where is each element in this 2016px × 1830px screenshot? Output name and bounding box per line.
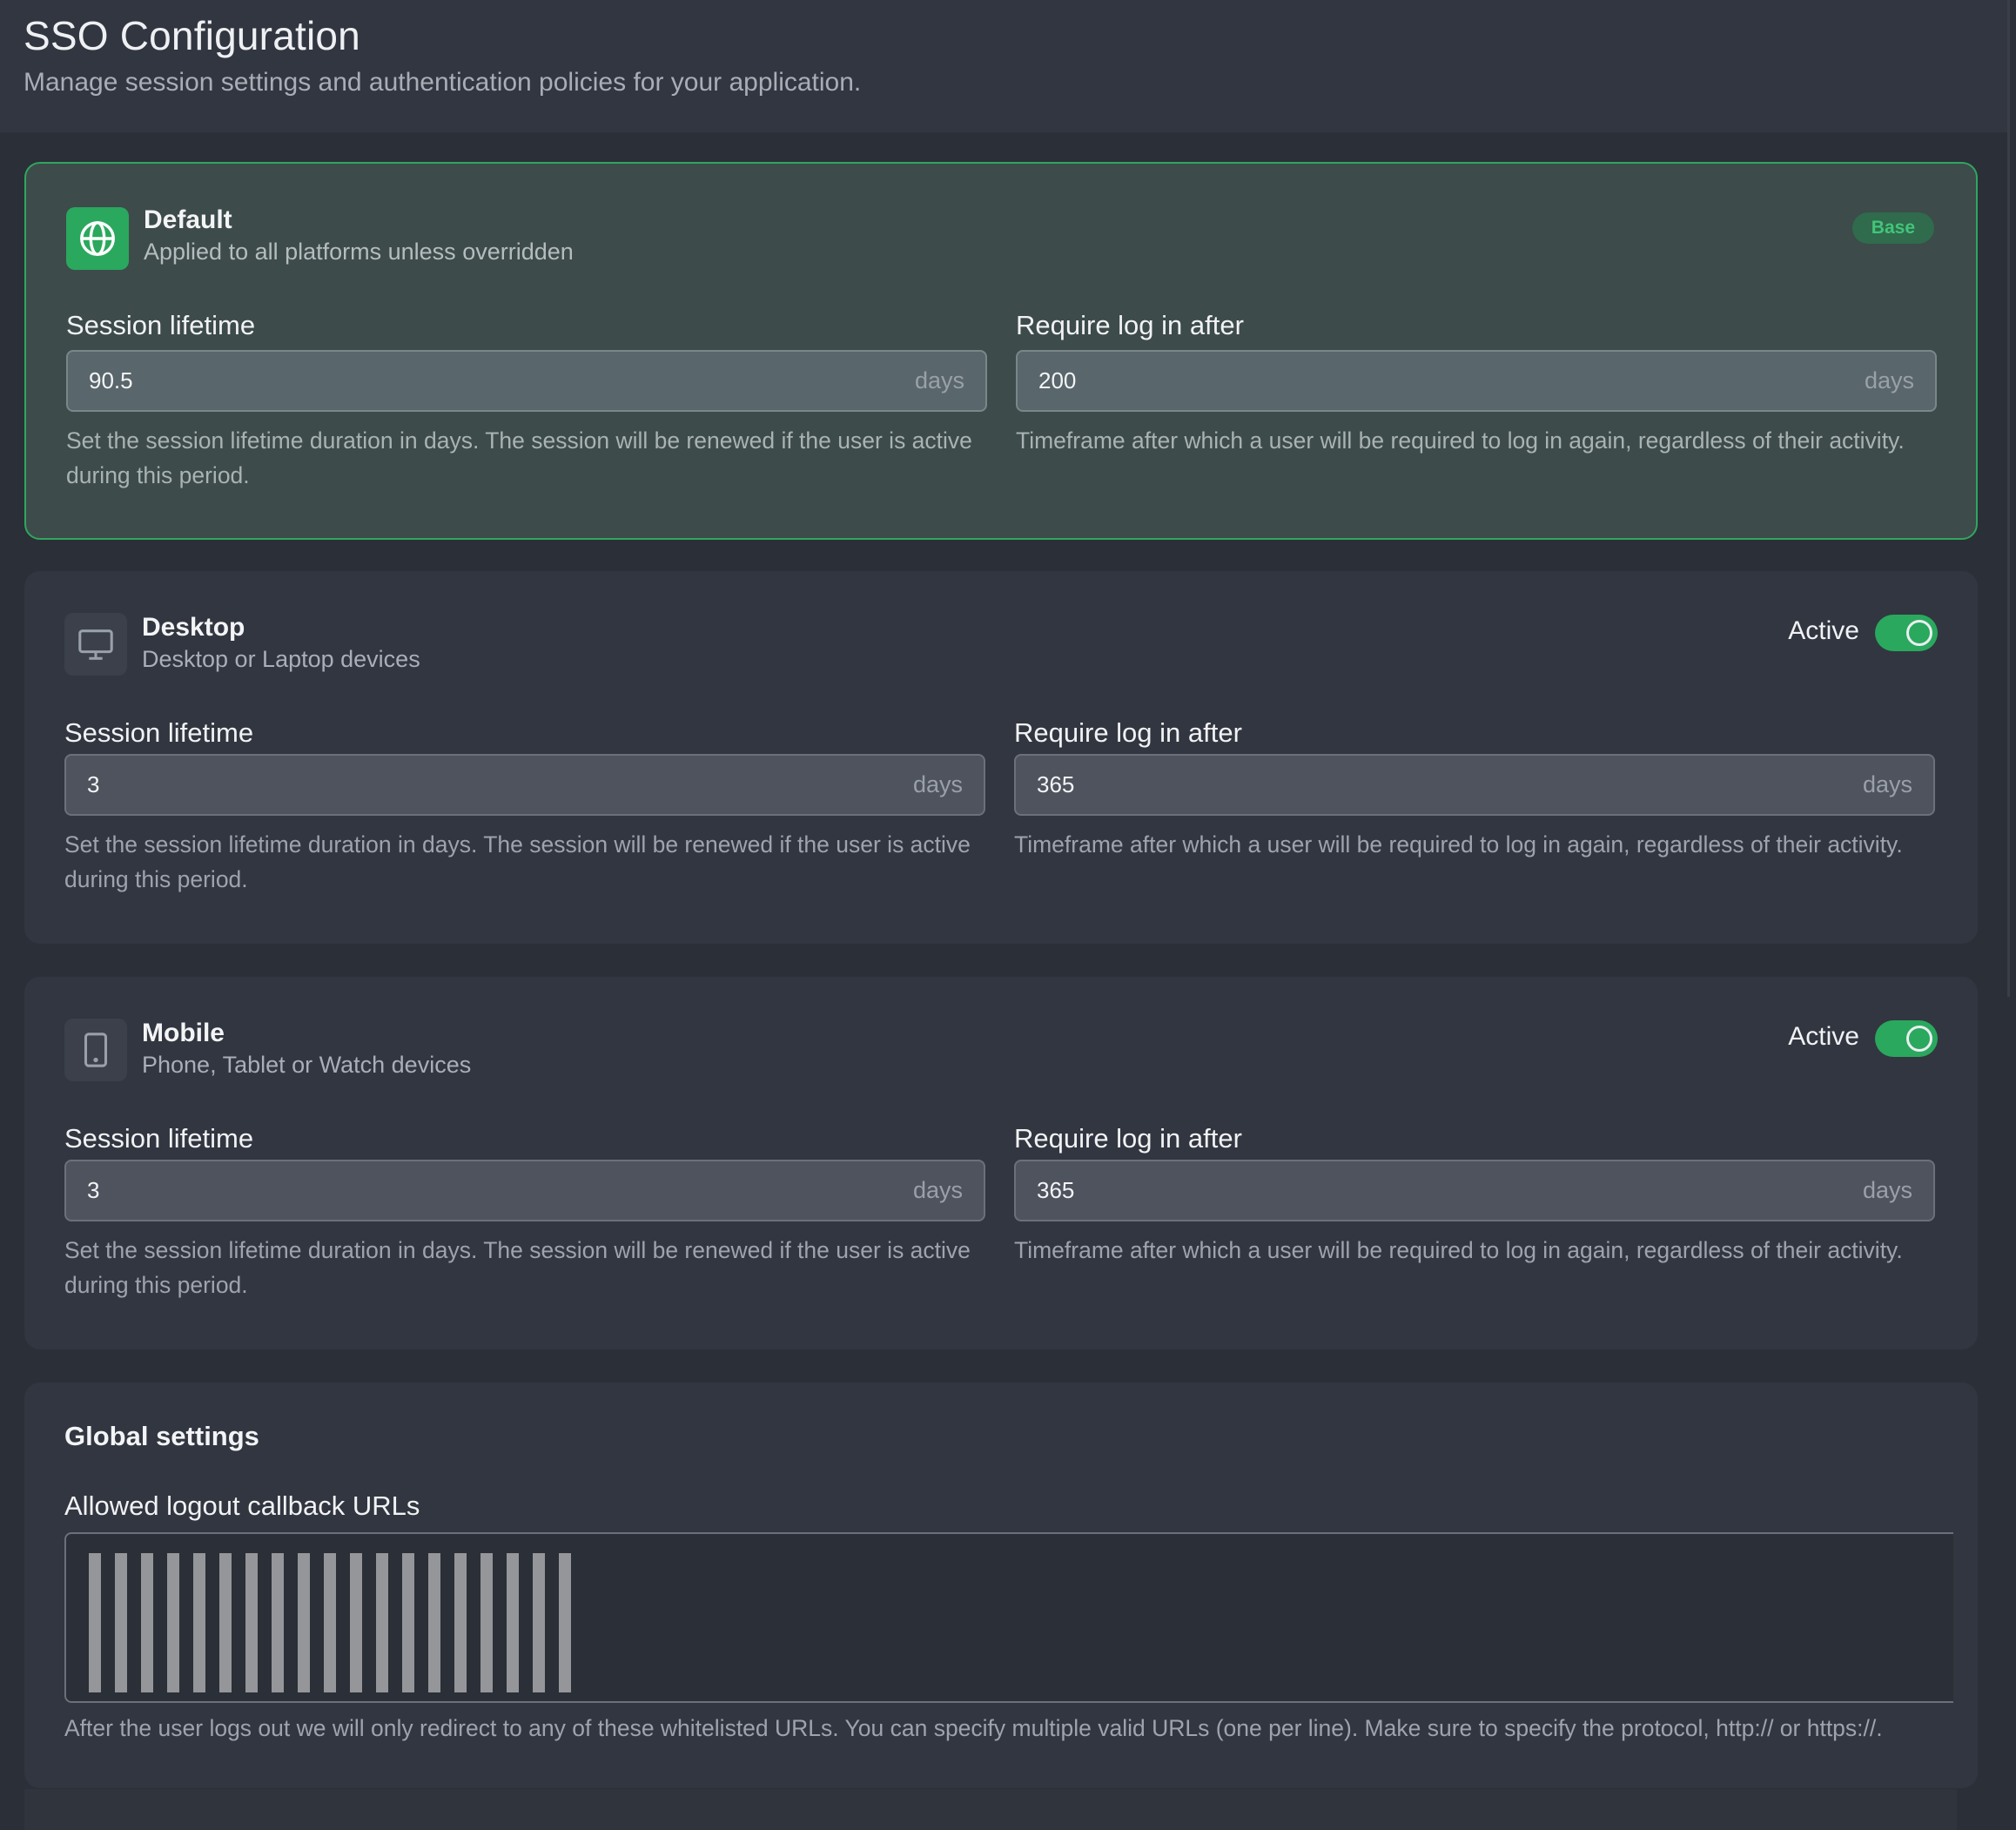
require-login-help: Timeframe after which a user will be req… (1016, 427, 1905, 454)
mobile-active-toggle[interactable] (1875, 1020, 1938, 1057)
input-value: 3 (87, 1177, 100, 1203)
platform-name: Mobile (142, 1019, 225, 1047)
unit-suffix: days (1862, 1177, 1912, 1203)
input-value: 365 (1037, 771, 1075, 797)
platform-description: Desktop or Laptop devices (142, 646, 420, 672)
unit-suffix: days (914, 367, 964, 394)
global-settings-title: Global settings (64, 1421, 259, 1451)
require-login-input[interactable]: 365 days (1014, 754, 1935, 816)
session-lifetime-input[interactable]: 3 days (64, 1160, 985, 1221)
desktop-platform-card: Desktop Desktop or Laptop devices Active… (24, 571, 1978, 944)
require-login-input[interactable]: 365 days (1014, 1160, 1935, 1221)
input-value: 365 (1037, 1177, 1075, 1203)
require-login-label: Require log in after (1016, 310, 1244, 340)
unit-suffix: days (912, 771, 963, 797)
platform-description: Applied to all platforms unless overridd… (144, 239, 574, 265)
unit-suffix: days (1864, 367, 1914, 394)
active-label: Active (1788, 1022, 1859, 1051)
logout-urls-label: Allowed logout callback URLs (64, 1490, 420, 1521)
session-lifetime-label: Session lifetime (64, 717, 254, 748)
global-settings-card: Global settings Allowed logout callback … (24, 1383, 1978, 1788)
unit-suffix: days (912, 1177, 963, 1203)
active-label: Active (1788, 616, 1859, 645)
session-lifetime-label: Session lifetime (64, 1123, 254, 1154)
require-login-help: Timeframe after which a user will be req… (1014, 831, 1903, 858)
toggle-knob (1906, 620, 1932, 646)
monitor-icon (64, 613, 127, 676)
unit-suffix: days (1862, 771, 1912, 797)
require-login-label: Require log in after (1014, 717, 1242, 748)
base-badge: Base (1851, 212, 1934, 244)
session-lifetime-help: Set the session lifetime duration in day… (64, 831, 971, 892)
session-lifetime-input[interactable]: 3 days (64, 754, 985, 816)
session-lifetime-help: Set the session lifetime duration in day… (66, 427, 972, 488)
mobile-platform-card: Mobile Phone, Tablet or Watch devices Ac… (24, 977, 1978, 1349)
panel-edge (2007, 0, 2010, 997)
toggle-knob (1906, 1026, 1932, 1052)
mobile-icon (64, 1019, 127, 1081)
redacted-urls (89, 1553, 576, 1692)
desktop-active-toggle[interactable] (1875, 615, 1938, 651)
page-header: SSO Configuration Manage session setting… (0, 0, 2009, 132)
logout-urls-help: After the user logs out we will only red… (64, 1715, 1883, 1741)
logout-urls-textarea[interactable] (64, 1532, 1953, 1703)
input-value: 3 (87, 771, 100, 797)
session-lifetime-help: Set the session lifetime duration in day… (64, 1237, 971, 1298)
require-login-help: Timeframe after which a user will be req… (1014, 1237, 1903, 1263)
page-title: SSO Configuration (24, 13, 360, 58)
platform-description: Phone, Tablet or Watch devices (142, 1052, 472, 1078)
platform-name: Default (144, 205, 232, 234)
input-value: 200 (1038, 367, 1077, 394)
bottom-strip (24, 1789, 1957, 1830)
session-lifetime-label: Session lifetime (66, 310, 256, 340)
require-login-input[interactable]: 200 days (1016, 350, 1937, 412)
session-lifetime-input[interactable]: 90.5 days (66, 350, 987, 412)
globe-icon (66, 207, 129, 270)
platform-name: Desktop (142, 613, 245, 642)
default-platform-card: Default Applied to all platforms unless … (24, 162, 1978, 540)
page-subtitle: Manage session settings and authenticati… (24, 68, 862, 97)
require-login-label: Require log in after (1014, 1123, 1242, 1154)
input-value: 90.5 (89, 367, 133, 394)
